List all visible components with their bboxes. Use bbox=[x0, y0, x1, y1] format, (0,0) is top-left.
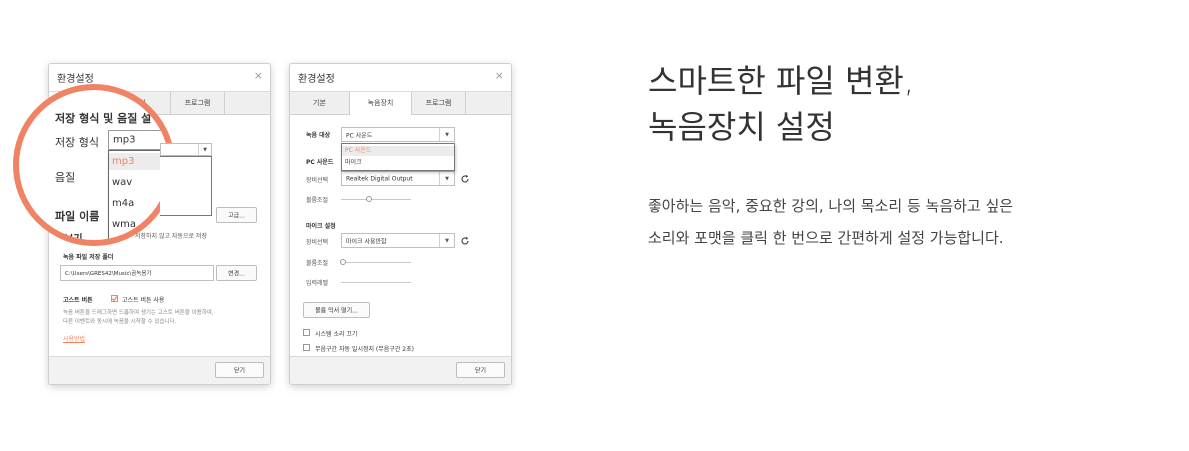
dialog-footer: 닫기 bbox=[49, 356, 270, 384]
dialog-footer: 닫기 bbox=[290, 356, 511, 384]
target-select[interactable]: PC 사운드 ▼ bbox=[341, 127, 455, 142]
mic-volume-knob[interactable] bbox=[340, 259, 346, 265]
folder-label: 녹음 파일 저장 폴더 bbox=[63, 254, 114, 261]
pc-device-select[interactable]: Realtek Digital Output ▼ bbox=[341, 171, 455, 186]
advanced-button[interactable]: 고급... bbox=[216, 207, 257, 223]
mic-device-select[interactable]: 마이크 사용안함 ▼ bbox=[341, 233, 455, 248]
mic-volume-label: 볼륨조절 bbox=[306, 260, 329, 267]
chevron-down-icon: ▼ bbox=[439, 128, 454, 141]
tab-recording-device[interactable]: 녹음장치 bbox=[350, 92, 412, 115]
silence-pause-label: 무음구간 자동 일시정지 (무음구간 2초) bbox=[315, 346, 414, 353]
system-sound-checkbox[interactable] bbox=[303, 329, 310, 336]
mic-volume-slider[interactable] bbox=[341, 262, 411, 263]
folder-path-field[interactable]: C:\Users\GRES42\Music\곰녹음기 bbox=[60, 265, 214, 281]
ghost-button-label: 고스트 버튼 bbox=[63, 297, 93, 304]
target-label: 녹음 대상 bbox=[306, 132, 331, 139]
tab-basic[interactable]: 기본 bbox=[290, 92, 350, 114]
close-button[interactable]: 닫기 bbox=[215, 362, 264, 378]
dialog-title: 환경설정 bbox=[57, 74, 94, 85]
change-folder-button[interactable]: 변경... bbox=[216, 265, 257, 281]
target-option-mic[interactable]: 마이크 bbox=[342, 158, 454, 168]
tab-bar: 기본 녹음장치 프로그램 bbox=[290, 91, 511, 115]
magnifier-circle: 저장 형식 및 음질 설 저장 형식 mp3 음질 파일 이름 무보기 mp3 … bbox=[13, 84, 175, 246]
description-line2: 소리와 포맷을 클릭 한 번으로 간편하게 설정 가능합니다. bbox=[648, 229, 1004, 247]
ghost-desc-line2: 다른 이벤트와 동시에 녹음을 시작할 수 있습니다. bbox=[63, 319, 177, 325]
usage-link[interactable]: 사용방법 bbox=[63, 334, 85, 343]
close-icon[interactable]: × bbox=[495, 69, 504, 82]
description-line1: 좋아하는 음악, 중요한 강의, 나의 목소리 등 녹음하고 싶은 bbox=[648, 197, 1014, 215]
input-level-label: 입력레벨 bbox=[306, 280, 329, 287]
filename-label: 파일 이름 bbox=[55, 210, 100, 223]
ghost-button-check-label: 고스트 버튼 사용 bbox=[122, 297, 165, 304]
tab-program[interactable]: 프로그램 bbox=[171, 92, 225, 114]
close-button[interactable]: 닫기 bbox=[456, 362, 505, 378]
format-select[interactable]: mp3 bbox=[108, 130, 168, 150]
pc-volume-label: 볼륨조절 bbox=[306, 197, 329, 204]
target-option-pc-sound[interactable]: PC 사운드 bbox=[342, 146, 454, 156]
pc-device-label: 장비선택 bbox=[306, 177, 329, 184]
close-icon[interactable]: × bbox=[254, 69, 263, 82]
quality-label: 음질 bbox=[55, 171, 76, 184]
refresh-icon[interactable] bbox=[460, 236, 470, 246]
silence-pause-checkbox[interactable] bbox=[303, 344, 310, 351]
description: 좋아하는 음악, 중요한 강의, 나의 목소리 등 녹음하고 싶은 소리와 포맷… bbox=[648, 190, 1013, 254]
chevron-down-icon: ▼ bbox=[439, 172, 454, 185]
mic-device-label: 장비선택 bbox=[306, 239, 329, 246]
target-dropdown-list: PC 사운드 마이크 bbox=[341, 143, 455, 171]
open-volume-mixer-button[interactable]: 볼륨 믹서 열기... bbox=[303, 302, 370, 318]
refresh-icon[interactable] bbox=[460, 174, 470, 184]
headline-line1: 스마트한 파일 변환, bbox=[648, 62, 915, 100]
ghost-button-checkbox[interactable] bbox=[111, 295, 118, 302]
ghost-desc-line1: 녹음 버튼을 드래그하면 드롭하여 생기는 고스트 버튼을 이용하여, bbox=[63, 310, 214, 316]
format-label: 저장 형식 bbox=[55, 136, 99, 149]
pc-sound-section: PC 사운드 bbox=[306, 159, 334, 166]
headline: 스마트한 파일 변환, 녹음장치 설정 bbox=[648, 58, 914, 150]
quality-select-edge[interactable]: ▼ bbox=[160, 143, 212, 156]
headline-line2: 녹음장치 설정 bbox=[648, 108, 835, 146]
pc-volume-knob[interactable] bbox=[366, 196, 372, 202]
pc-volume-slider[interactable] bbox=[341, 199, 411, 200]
format-option-wma[interactable]: wma bbox=[109, 216, 169, 233]
chevron-down-icon: ▼ bbox=[439, 234, 454, 247]
format-dropdown-edge bbox=[160, 156, 212, 216]
tab-program[interactable]: 프로그램 bbox=[412, 92, 466, 114]
system-sound-label: 시스템 소리 끄기 bbox=[315, 331, 358, 338]
mic-section: 마이크 설정 bbox=[306, 223, 336, 230]
format-section-title: 저장 형식 및 음질 설 bbox=[55, 112, 152, 125]
dialog-title: 환경설정 bbox=[298, 74, 335, 85]
settings-dialog-right: 환경설정 × 기본 녹음장치 프로그램 녹음 대상 PC 사운드 ▼ PC 사운… bbox=[289, 63, 512, 385]
input-level-meter bbox=[341, 282, 411, 283]
